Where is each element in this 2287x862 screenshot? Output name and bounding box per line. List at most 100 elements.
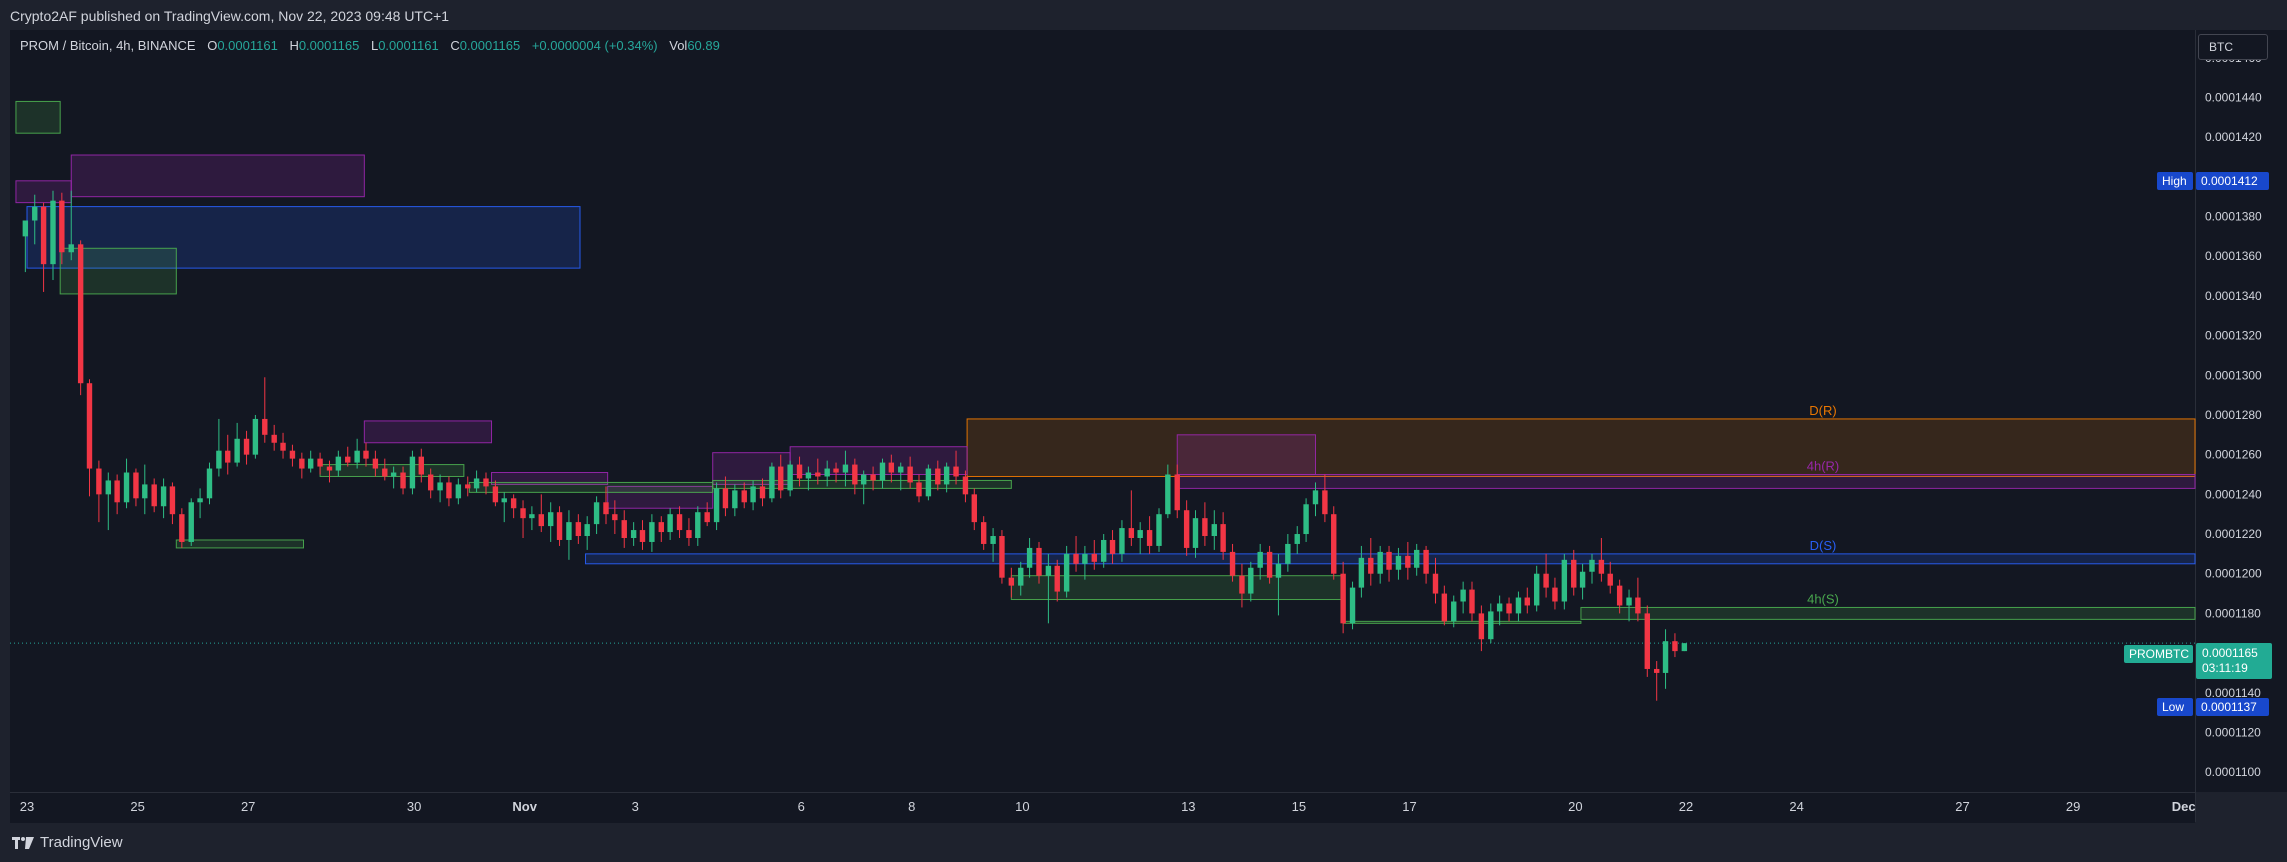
candle-body (1192, 518, 1199, 548)
candle-body (1082, 553, 1088, 564)
bar-countdown: 03:11:19 (2202, 661, 2248, 675)
zone-label-D(S): D(S) (1810, 538, 1837, 553)
candle (769, 462, 775, 503)
candle-body (1119, 528, 1125, 554)
candle-body (1018, 567, 1024, 586)
candle-body (1220, 524, 1226, 552)
candle-body (1137, 530, 1143, 538)
candle-body (22, 220, 29, 237)
candle (409, 450, 416, 495)
zone-green-3 (1580, 606, 2196, 620)
candle-body (151, 484, 157, 507)
candle-body (1174, 474, 1180, 511)
zone-purple-10 (363, 420, 493, 444)
candle-body (114, 480, 120, 503)
candle-body (1552, 587, 1558, 602)
candle-body (1036, 547, 1042, 576)
candle-body (1469, 589, 1475, 614)
candle-body (713, 488, 720, 523)
candle-body (1496, 603, 1503, 612)
legend-close-value: 0.0001165 (459, 38, 521, 53)
candle-body (133, 472, 139, 499)
candle-body (815, 472, 821, 477)
x-tick-label: 8 (908, 799, 915, 814)
x-tick-label: 23 (20, 799, 34, 814)
candle-body (667, 514, 673, 533)
candle-body (686, 530, 692, 538)
candle-body (345, 456, 351, 463)
candle-body (1303, 504, 1309, 535)
candle-body (1607, 573, 1613, 586)
candle-body (262, 418, 268, 435)
zone-orange-0 (966, 418, 2196, 477)
candle (925, 464, 932, 501)
brand-text: TradingView (40, 834, 123, 851)
candle-body (1377, 551, 1383, 574)
candle-body (621, 520, 627, 538)
candle-body (206, 468, 213, 499)
candle-body (695, 512, 701, 538)
candle-body (1441, 593, 1448, 622)
y-tick-label: 0.0001100 (2205, 765, 2261, 779)
candle-body (1073, 553, 1079, 564)
candle-body (1165, 474, 1171, 515)
candle (77, 240, 84, 396)
zone-green-14 (468, 481, 714, 493)
candle-body (1275, 563, 1282, 578)
candle-body (400, 472, 406, 489)
zone-green-20 (1342, 620, 1582, 624)
candle (188, 498, 194, 546)
candle-body (759, 486, 766, 499)
candle-body (418, 456, 424, 475)
candle-body (1349, 587, 1356, 624)
x-tick-label: 22 (1679, 799, 1693, 814)
candle-body (584, 524, 590, 537)
low-value-pill: 0.0001137 (2196, 698, 2269, 716)
candle-body (483, 478, 489, 487)
candle-body (473, 478, 480, 489)
x-tick-label: 29 (2066, 799, 2080, 814)
candle (206, 462, 213, 505)
candle-body (169, 486, 176, 515)
candle-body (1257, 551, 1263, 568)
low-label-pill: Low (2157, 698, 2193, 716)
candle-body (363, 450, 369, 459)
candle-body (1533, 573, 1540, 606)
candle-body (1331, 514, 1337, 574)
candle-body (962, 476, 969, 495)
candle-body (1598, 559, 1605, 574)
candle-body (1672, 641, 1678, 652)
candle (1349, 581, 1356, 630)
candle-body (916, 482, 922, 497)
candle-body (860, 474, 867, 485)
candle-body (1478, 613, 1485, 640)
last-price-pill: 0.0001165 03:11:19 (2196, 643, 2272, 679)
y-tick-label: 0.0001260 (2205, 448, 2262, 462)
currency-button[interactable]: BTC (2198, 34, 2268, 60)
candle-body (1432, 573, 1439, 594)
candle-body (575, 522, 582, 537)
candle-body (86, 383, 93, 469)
candle-body (1128, 528, 1135, 538)
x-tick-label: 17 (1402, 799, 1416, 814)
candle (999, 530, 1005, 584)
legend-vol-label: Vol (669, 38, 688, 53)
candle-body (1026, 547, 1033, 568)
candle-body (1156, 514, 1162, 546)
candle-body (1616, 585, 1623, 606)
candle-body (778, 466, 784, 491)
tradingview-logo[interactable]: TradingView (12, 834, 123, 851)
candle-body (123, 472, 130, 503)
candle-body (142, 484, 148, 499)
candle (179, 508, 185, 548)
candle-body (1285, 543, 1291, 564)
candle-body (833, 468, 839, 473)
y-tick-label: 0.0001420 (2205, 130, 2262, 144)
candle-body (271, 434, 277, 443)
x-tick-label: Dec (2172, 799, 2196, 814)
candle-body (1063, 553, 1070, 592)
chart-canvas[interactable]: D(R) 4h(R) D(S) 4h(S) 0.0001100 0.0001120 0.0… (0, 0, 2287, 823)
legend-symbol[interactable]: PROM / Bitcoin, 4h, BINANCE (20, 38, 196, 53)
x-tick-label: 25 (130, 799, 144, 814)
y-tick-label: 0.0001220 (2205, 527, 2262, 541)
